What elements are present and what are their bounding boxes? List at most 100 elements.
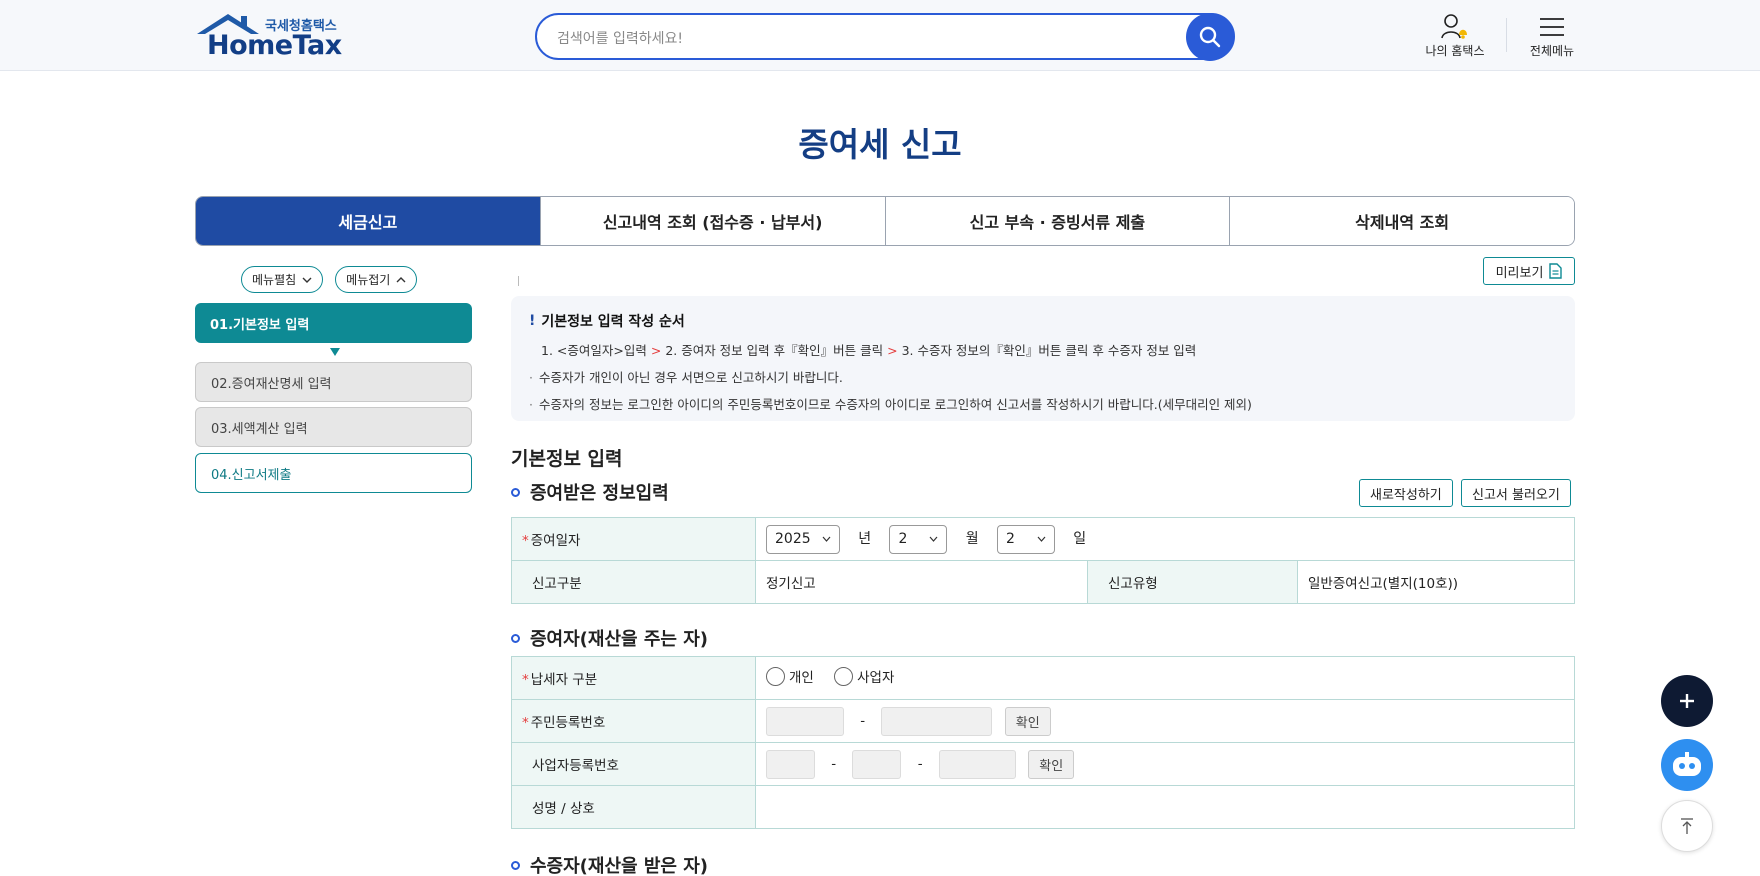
tab-deleted-history[interactable]: 삭제내역 조회 xyxy=(1229,197,1574,245)
donor-title-text: 증여자(재산을 주는 자) xyxy=(530,629,709,650)
table-row: 성명 / 상호 xyxy=(511,785,1575,829)
load-return-button[interactable]: 신고서 불러오기 xyxy=(1461,479,1571,507)
brn-confirm-button[interactable]: 확인 xyxy=(1028,749,1075,779)
step-submit[interactable]: 04.신고서제출 xyxy=(195,453,472,493)
received-info-table: * 증여일자 2025 년 2 월 2 일 신고구분 정기신고 신고유형 일반증여… xyxy=(511,517,1575,604)
received-info-title: 증여받은 정보입력 xyxy=(511,479,669,505)
chevron-down-icon xyxy=(302,277,312,283)
name-label: 성명 / 상호 xyxy=(511,785,756,829)
dash: - xyxy=(917,756,923,772)
brn-part2-input[interactable] xyxy=(852,749,902,779)
menu-expand-label: 메뉴펼침 xyxy=(252,273,297,287)
all-menu-label: 전체메뉴 xyxy=(1529,44,1575,58)
guide-note-1: 수증자가 개인이 아닌 경우 서면으로 신고하시기 바랍니다. xyxy=(529,367,1557,386)
guide-note-2: 수증자의 정보는 로그인한 아이디의 주민등록번호이므로 수증자의 아이디로 로… xyxy=(529,394,1557,413)
robot-icon xyxy=(1673,752,1701,776)
tab-tax-filing[interactable]: 세금신고 xyxy=(196,197,540,245)
taxpayer-type-cell: 개인 사업자 xyxy=(755,656,1575,700)
month-select[interactable]: 2 xyxy=(889,524,948,554)
table-row: 신고구분 정기신고 신고유형 일반증여신고(별지(10호)) xyxy=(511,560,1575,604)
search-input[interactable]: 검색어를 입력하세요! xyxy=(535,13,1235,60)
chatbot-button[interactable] xyxy=(1661,739,1713,791)
table-row: * 납세자 구분 개인 사업자 xyxy=(511,656,1575,700)
step-gift-property[interactable]: 02.증여재산명세 입력 xyxy=(195,362,472,402)
brn-part1-input[interactable] xyxy=(766,749,815,779)
radio-business[interactable]: 사업자 xyxy=(834,666,894,686)
radio-circle xyxy=(834,666,854,686)
guide-separator: > xyxy=(887,343,898,358)
scroll-top-button[interactable] xyxy=(1661,800,1713,852)
bullet-circle-icon xyxy=(511,487,520,497)
tab-filing-history[interactable]: 신고내역 조회 (접수증 · 납부서) xyxy=(539,197,885,245)
chevron-down-icon xyxy=(930,536,938,542)
site-header: 국세청홈택스 HomeTax 검색어를 입력하세요! 나의 홈택스 전체메뉴 xyxy=(0,0,1760,71)
chevron-up-icon xyxy=(396,276,406,282)
required-mark: * xyxy=(522,672,529,688)
bullet-circle-icon xyxy=(511,860,520,870)
month-value: 2 xyxy=(898,531,908,547)
radio-person[interactable]: 개인 xyxy=(766,666,814,686)
all-menu-button[interactable]: 전체메뉴 xyxy=(1522,12,1582,59)
donor-table: * 납세자 구분 개인 사업자 * 주민등록번호 - 확인 사업자등록번호 - - … xyxy=(511,656,1575,829)
search-icon xyxy=(1199,26,1221,48)
tab-attachment-submit[interactable]: 신고 부속 · 증빙서류 제출 xyxy=(884,197,1230,245)
required-mark: * xyxy=(522,715,529,731)
floating-add-button[interactable] xyxy=(1661,675,1713,727)
step-arrow-icon xyxy=(330,348,340,356)
month-unit: 월 xyxy=(965,531,979,547)
gift-date-label: * 증여일자 xyxy=(511,517,756,561)
rrn-back-input[interactable] xyxy=(881,706,993,736)
chevron-down-icon xyxy=(822,536,831,542)
gift-date-cell: 2025 년 2 월 2 일 xyxy=(755,517,1575,561)
required-mark: * xyxy=(522,533,529,549)
received-info-title-text: 증여받은 정보입력 xyxy=(530,483,669,504)
brn-part3-input[interactable] xyxy=(938,749,1016,779)
step-basic-info[interactable]: 01.기본정보 입력 xyxy=(195,303,472,343)
guide-step-2: 2. 증여자 정보 입력 후『확인』버튼 클릭 xyxy=(665,343,884,358)
new-write-button[interactable]: 새로작성하기 xyxy=(1359,479,1453,507)
preview-button[interactable]: 미리보기 xyxy=(1483,257,1575,285)
rrn-front-input[interactable] xyxy=(766,706,844,736)
rrn-label-text: 주민등록번호 xyxy=(530,715,606,731)
hometax-logo[interactable]: 국세청홈택스 HomeTax xyxy=(195,12,345,62)
taxpayer-type-label-text: 납세자 구분 xyxy=(530,672,598,688)
taxpayer-type-label: * 납세자 구분 xyxy=(511,656,756,700)
day-unit: 일 xyxy=(1073,531,1087,547)
donor-title: 증여자(재산을 주는 자) xyxy=(511,625,708,651)
guide-title-text: 기본정보 입력 작성 순서 xyxy=(541,314,685,330)
rrn-confirm-button[interactable]: 확인 xyxy=(1004,706,1051,736)
table-row: * 증여일자 2025 년 2 월 2 일 xyxy=(511,517,1575,561)
divider-tick xyxy=(518,276,519,286)
menu-expand-button[interactable]: 메뉴펼침 xyxy=(241,266,324,293)
document-icon xyxy=(1549,263,1563,279)
recipient-title: 수증자(재산을 받은 자) xyxy=(511,852,708,876)
guide-step-3: 3. 수증자 정보의『확인』버튼 클릭 후 수증자 정보 입력 xyxy=(901,343,1197,358)
guide-box: ! 기본정보 입력 작성 순서 1. <증여일자>입력 > 2. 증여자 정보 … xyxy=(511,296,1575,421)
arrow-up-icon xyxy=(1681,818,1693,834)
logo-title: HomeTax xyxy=(207,30,342,61)
header-divider xyxy=(1506,18,1507,52)
filing-type-label: 신고구분 xyxy=(511,560,756,604)
my-hometax-link[interactable]: 나의 홈택스 xyxy=(1420,12,1490,59)
rrn-cell: - 확인 xyxy=(755,699,1575,743)
search-placeholder: 검색어를 입력하세요! xyxy=(557,31,683,47)
year-select[interactable]: 2025 xyxy=(766,524,840,554)
brn-label: 사업자등록번호 xyxy=(511,742,756,786)
guide-steps: 1. <증여일자>입력 > 2. 증여자 정보 입력 후『확인』버튼 클릭 > … xyxy=(529,340,1557,359)
menu-collapse-label: 메뉴접기 xyxy=(346,273,391,287)
plus-icon xyxy=(1680,694,1694,708)
search-button[interactable] xyxy=(1186,13,1234,61)
hamburger-menu-icon xyxy=(1540,18,1564,36)
user-bell-icon xyxy=(1441,14,1467,39)
brn-cell: - - 확인 xyxy=(755,742,1575,786)
filing-kind-label: 신고유형 xyxy=(1087,560,1298,604)
filing-kind-value: 일반증여신고(별지(10호)) xyxy=(1297,560,1575,604)
day-value: 2 xyxy=(1005,531,1015,547)
my-hometax-label: 나의 홈택스 xyxy=(1425,44,1485,58)
step-tax-calc[interactable]: 03.세액계산 입력 xyxy=(195,407,472,447)
menu-collapse-button[interactable]: 메뉴접기 xyxy=(335,266,418,293)
name-value-cell xyxy=(755,785,1575,829)
day-select[interactable]: 2 xyxy=(996,524,1055,554)
preview-label: 미리보기 xyxy=(1495,265,1544,281)
filing-type-value: 정기신고 xyxy=(755,560,1088,604)
